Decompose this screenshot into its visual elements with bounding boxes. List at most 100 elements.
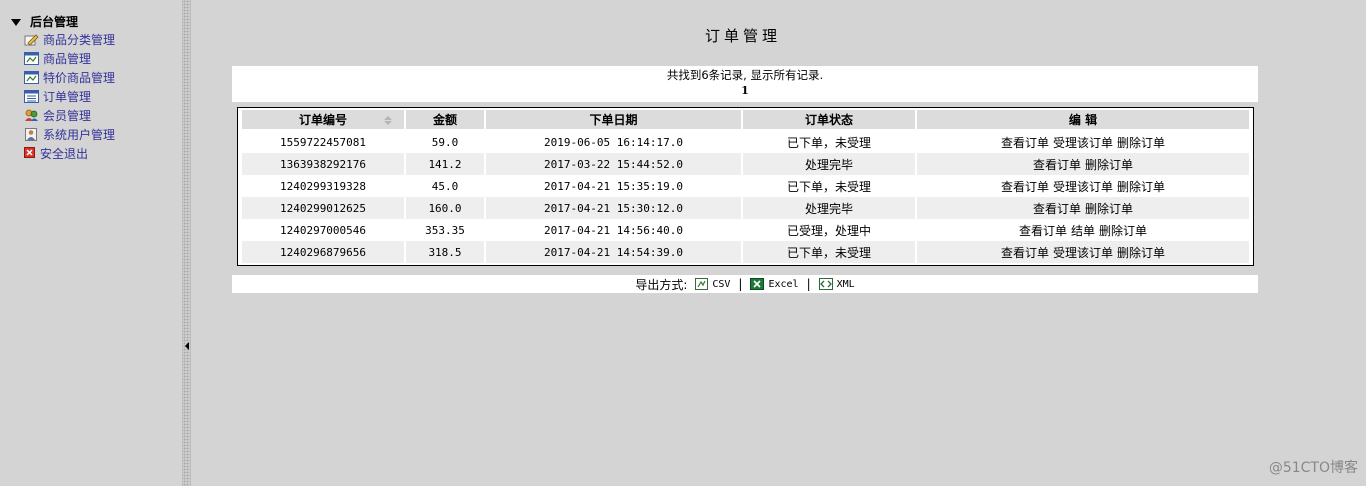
sidebar-item-special-goods[interactable]: 特价商品管理: [24, 68, 115, 87]
order-action-link[interactable]: 受理该订单: [1053, 246, 1113, 260]
sidebar-item-label: 商品管理: [43, 52, 92, 66]
watermark: @51CTO博客: [1268, 460, 1358, 476]
export-label: 导出方式:: [635, 277, 688, 292]
excel-icon: [750, 278, 765, 290]
main-content: 订单管理 共找到6条记录, 显示所有记录. 1 订单编号 金额 下单日期 订单状…: [191, 0, 1366, 486]
amount-cell: 45.0: [406, 175, 484, 197]
page-title: 订单管理: [704, 27, 781, 45]
amount-cell: 160.0: [406, 197, 484, 219]
export-xml-link[interactable]: XML: [818, 278, 855, 290]
order-action-link[interactable]: 查看订单: [1001, 180, 1049, 194]
order-date-cell: 2017-04-21 14:54:39.0: [486, 241, 741, 263]
order-id-cell: 1363938292176: [242, 153, 404, 175]
csv-icon: [695, 278, 709, 290]
order-action-link[interactable]: 删除订单: [1099, 224, 1147, 238]
order-action-link[interactable]: 查看订单: [1001, 136, 1049, 150]
column-header-amount[interactable]: 金额: [406, 110, 484, 131]
collapse-triangle-icon[interactable]: [11, 18, 21, 26]
order-status-cell: 处理完毕: [743, 153, 915, 175]
sort-icon[interactable]: [384, 116, 392, 126]
table-row: 1240299319328 45.0 2017-04-21 15:35:19.0 已下…: [242, 175, 1249, 197]
order-status-cell: 已受理，处理中: [743, 219, 915, 241]
amount-cell: 141.2: [406, 153, 484, 175]
sidebar-item-orders[interactable]: 订单管理: [24, 87, 115, 106]
actions-cell: 查看订单 删除订单: [917, 153, 1249, 175]
orders-table-body: 1559722457081 59.0 2019-06-05 16:14:17.0 已下…: [242, 131, 1249, 263]
user-icon: [24, 128, 39, 141]
record-summary: 共找到6条记录, 显示所有记录.: [666, 68, 824, 82]
page-number-link[interactable]: 1: [232, 84, 1258, 98]
order-action-link[interactable]: 删除订单: [1085, 158, 1133, 172]
table-row: 1363938292176 141.2 2017-03-22 15:44:52.0 处…: [242, 153, 1249, 175]
list-icon: [24, 90, 39, 103]
order-id-cell: 1240296879656: [242, 241, 404, 263]
order-action-link[interactable]: 受理该订单: [1053, 136, 1113, 150]
actions-cell: 查看订单 结单 删除订单: [917, 219, 1249, 241]
sidebar-item-label: 特价商品管理: [43, 71, 116, 85]
tree-root[interactable]: 后台管理: [11, 13, 78, 29]
exit-icon: [24, 147, 36, 160]
export-bar: 导出方式: CSV | Excel | XML: [232, 275, 1258, 293]
collapse-left-arrow-icon[interactable]: [185, 342, 189, 350]
amount-cell: 318.5: [406, 241, 484, 263]
order-action-link[interactable]: 删除订单: [1085, 202, 1133, 216]
order-action-link[interactable]: 查看订单: [1019, 224, 1067, 238]
order-action-link[interactable]: 删除订单: [1117, 136, 1165, 150]
sidebar-item-system-users[interactable]: 系统用户管理: [24, 125, 115, 144]
sidebar: 后台管理 商品分类管理 商品管理 特价商品管理 订单管理 会员管理 系统用户管理…: [0, 0, 182, 486]
order-status-cell: 处理完毕: [743, 197, 915, 219]
amount-cell: 353.35: [406, 219, 484, 241]
nav-list: 商品分类管理 商品管理 特价商品管理 订单管理 会员管理 系统用户管理 安全退出: [24, 30, 115, 163]
sidebar-item-label: 安全退出: [40, 147, 89, 161]
column-header-order-id[interactable]: 订单编号: [242, 110, 404, 131]
column-header-status[interactable]: 订单状态: [743, 110, 915, 131]
table-row: 1240297000546 353.35 2017-04-21 14:56:40.0…: [242, 219, 1249, 241]
order-id-cell: 1240299319328: [242, 175, 404, 197]
sidebar-item-members[interactable]: 会员管理: [24, 106, 115, 125]
export-csv-link[interactable]: CSV: [695, 278, 730, 290]
table-row: 1240296879656 318.5 2017-04-21 14:54:39.0 已…: [242, 241, 1249, 263]
order-id-cell: 1240299012625: [242, 197, 404, 219]
members-icon: [24, 109, 39, 122]
order-action-link[interactable]: 结单: [1071, 224, 1095, 238]
order-id-cell: 1240297000546: [242, 219, 404, 241]
order-date-cell: 2019-06-05 16:14:17.0: [486, 131, 741, 153]
pencil-icon: [24, 33, 39, 46]
sidebar-item-label: 系统用户管理: [43, 128, 116, 142]
sidebar-item-label: 订单管理: [43, 90, 92, 104]
export-separator: |: [738, 277, 743, 291]
order-status-cell: 已下单，未受理: [743, 175, 915, 197]
order-date-cell: 2017-04-21 14:56:40.0: [486, 219, 741, 241]
window-icon: [24, 52, 39, 65]
sidebar-item-label: 会员管理: [43, 109, 92, 123]
frame-splitter[interactable]: [182, 0, 191, 486]
column-header-date[interactable]: 下单日期: [486, 110, 741, 131]
sidebar-item-logout[interactable]: 安全退出: [24, 144, 115, 163]
actions-cell: 查看订单 受理该订单 删除订单: [917, 175, 1249, 197]
order-action-link[interactable]: 受理该订单: [1053, 180, 1113, 194]
actions-cell: 查看订单 删除订单: [917, 197, 1249, 219]
xml-icon: [818, 278, 833, 290]
order-status-cell: 已下单，未受理: [743, 131, 915, 153]
sidebar-item-goods[interactable]: 商品管理: [24, 49, 115, 68]
table-row: 1559722457081 59.0 2019-06-05 16:14:17.0 已下…: [242, 131, 1249, 153]
window-icon: [24, 71, 39, 84]
sidebar-item-category[interactable]: 商品分类管理: [24, 30, 115, 49]
tree-root-label: 后台管理: [30, 14, 79, 29]
table-header-row: 订单编号 金额 下单日期 订单状态 编 辑: [242, 110, 1249, 131]
column-header-edit[interactable]: 编 辑: [917, 110, 1249, 131]
order-date-cell: 2017-04-21 15:30:12.0: [486, 197, 741, 219]
order-id-cell: 1559722457081: [242, 131, 404, 153]
order-date-cell: 2017-04-21 15:35:19.0: [486, 175, 741, 197]
order-action-link[interactable]: 删除订单: [1117, 246, 1165, 260]
order-status-cell: 已下单，未受理: [743, 241, 915, 263]
sidebar-item-label: 商品分类管理: [43, 33, 116, 47]
order-action-link[interactable]: 删除订单: [1117, 180, 1165, 194]
order-action-link[interactable]: 查看订单: [1033, 202, 1081, 216]
order-action-link[interactable]: 查看订单: [1033, 158, 1081, 172]
export-excel-link[interactable]: Excel: [750, 278, 799, 290]
order-date-cell: 2017-03-22 15:44:52.0: [486, 153, 741, 175]
order-action-link[interactable]: 查看订单: [1001, 246, 1049, 260]
summary-box: 共找到6条记录, 显示所有记录. 1: [232, 66, 1258, 102]
orders-table: 订单编号 金额 下单日期 订单状态 编 辑 1559722457081 59.0 2…: [240, 110, 1251, 263]
